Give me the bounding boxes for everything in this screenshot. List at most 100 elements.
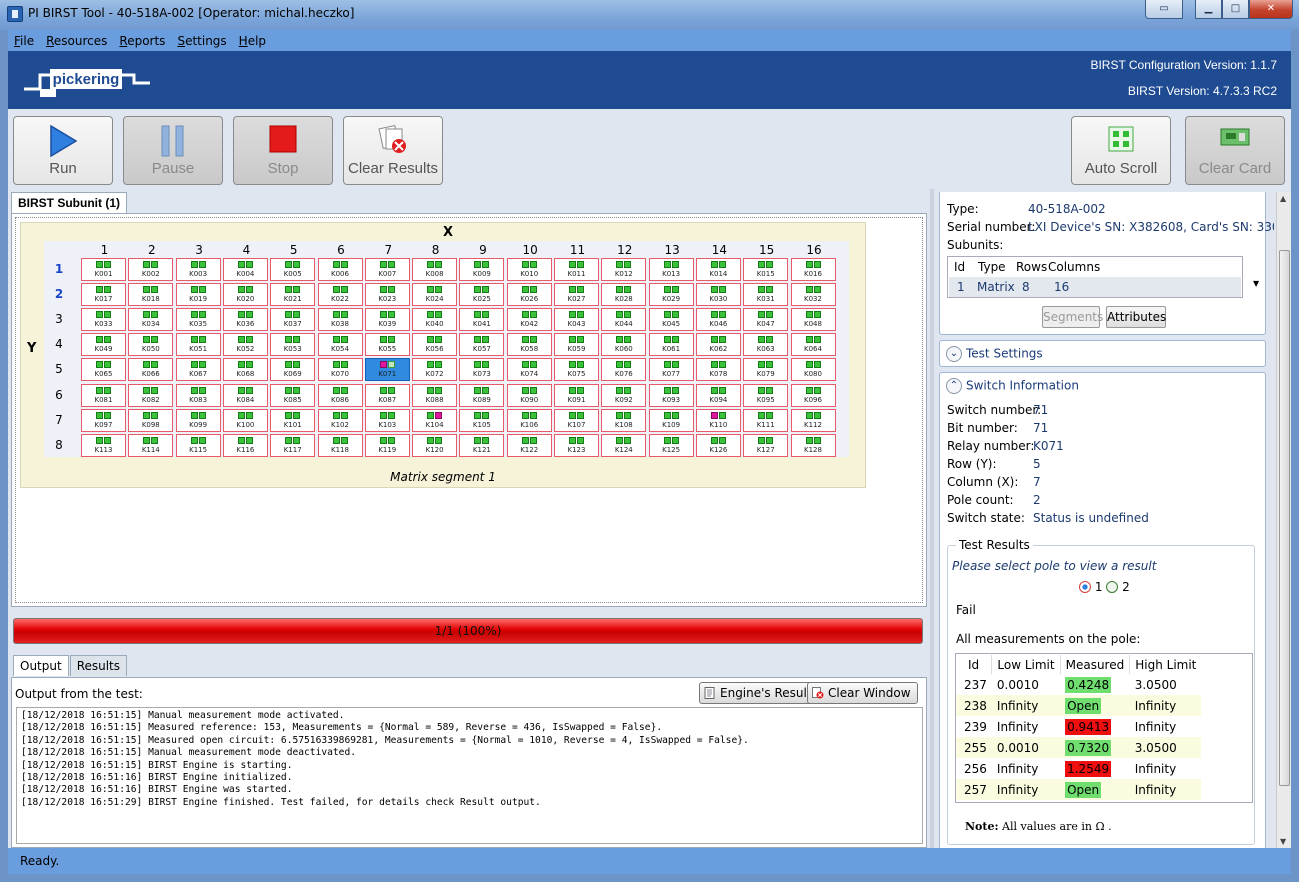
relay-cell[interactable]: K004	[222, 258, 268, 281]
relay-cell[interactable]: K110	[695, 408, 741, 432]
relay-cell[interactable]: K098	[128, 408, 174, 432]
output-log[interactable]: [18/12/2018 16:51:15] Manual measurement…	[16, 707, 923, 844]
relay-cell[interactable]: K082	[128, 383, 174, 407]
relay-cell[interactable]: K084	[222, 383, 268, 407]
relay-cell[interactable]: K016	[790, 258, 836, 281]
test-settings-expander[interactable]: ⌄ Test Settings	[939, 340, 1266, 367]
relay-cell[interactable]: K086	[317, 383, 363, 407]
relay-cell[interactable]: K112	[790, 408, 836, 432]
relay-cell[interactable]: K053	[270, 333, 316, 357]
relay-cell[interactable]: K128	[790, 433, 836, 457]
relay-cell[interactable]: K054	[317, 333, 363, 357]
stop-button[interactable]: Stop	[233, 116, 333, 185]
table-scroll-down-icon[interactable]: ▼	[1253, 279, 1259, 288]
relay-cell[interactable]: K033	[81, 308, 126, 332]
relay-cell[interactable]: K087	[364, 383, 410, 407]
relay-cell[interactable]: K076	[601, 358, 647, 382]
relay-cell[interactable]: K089	[459, 383, 505, 407]
relay-cell[interactable]: K038	[317, 308, 363, 332]
relay-cell[interactable]: K061	[648, 333, 694, 357]
relay-cell[interactable]: K109	[648, 408, 694, 432]
relay-cell[interactable]: K051	[175, 333, 221, 357]
subunit-row[interactable]: 1 Matrix 8 16	[949, 277, 1241, 297]
relay-cell[interactable]: K099	[175, 408, 221, 432]
relay-cell[interactable]: K046	[695, 308, 741, 332]
clear-window-button[interactable]: Clear Window	[807, 682, 918, 704]
measurement-row[interactable]: 257 Infinity Open Infinity	[956, 779, 1202, 800]
relay-cell[interactable]: K060	[601, 333, 647, 357]
pause-button[interactable]: Pause	[123, 116, 223, 185]
menu-resources[interactable]: Resources	[46, 34, 107, 48]
relay-cell[interactable]: K005	[270, 258, 316, 281]
relay-cell[interactable]: K031	[743, 283, 789, 307]
relay-cell[interactable]: K013	[648, 258, 694, 281]
menu-settings[interactable]: Settings	[177, 34, 226, 48]
relay-cell[interactable]: K100	[222, 408, 268, 432]
relay-cell[interactable]: K115	[175, 433, 221, 457]
relay-cell[interactable]: K029	[648, 283, 694, 307]
relay-cell[interactable]: K125	[648, 433, 694, 457]
relay-cell[interactable]: K027	[554, 283, 599, 307]
attributes-button[interactable]: Attributes	[1106, 306, 1166, 328]
tab-output[interactable]: Output	[13, 655, 69, 676]
menu-file[interactable]: File	[14, 34, 34, 48]
relay-cell[interactable]: K023	[364, 283, 410, 307]
relay-cell[interactable]: K058	[506, 333, 552, 357]
relay-cell[interactable]: K014	[695, 258, 741, 281]
relay-cell[interactable]: K067	[175, 358, 221, 382]
relay-cell[interactable]: K113	[81, 433, 126, 457]
relay-cell[interactable]: K091	[554, 383, 599, 407]
relay-cell[interactable]: K001	[81, 258, 126, 281]
relay-cell[interactable]: K073	[459, 358, 505, 382]
relay-cell[interactable]: K065	[81, 358, 126, 382]
relay-cell[interactable]: K007	[364, 258, 410, 281]
scrollbar-thumb[interactable]	[1279, 250, 1290, 786]
relay-cell[interactable]: K009	[459, 258, 505, 281]
relay-cell[interactable]: K072	[412, 358, 458, 382]
relay-cell[interactable]: K032	[790, 283, 836, 307]
measurement-row[interactable]: 255 0.0010 0.7320 3.0500	[956, 737, 1202, 758]
relay-cell[interactable]: K003	[175, 258, 221, 281]
relay-cell[interactable]: K068	[222, 358, 268, 382]
relay-cell[interactable]: K034	[128, 308, 174, 332]
relay-cell[interactable]: K036	[222, 308, 268, 332]
relay-cell[interactable]: K021	[270, 283, 316, 307]
relay-cell[interactable]: K018	[128, 283, 174, 307]
relay-cell[interactable]: K126	[695, 433, 741, 457]
relay-cell[interactable]: K085	[270, 383, 316, 407]
close-button[interactable]: ✕	[1249, 0, 1293, 19]
menu-help[interactable]: Help	[239, 34, 266, 48]
relay-cell[interactable]: K045	[648, 308, 694, 332]
relay-cell[interactable]: K066	[128, 358, 174, 382]
relay-cell[interactable]: K026	[506, 283, 552, 307]
relay-cell[interactable]: K093	[648, 383, 694, 407]
relay-cell[interactable]: K092	[601, 383, 647, 407]
relay-cell[interactable]: K096	[790, 383, 836, 407]
relay-cell[interactable]: K097	[81, 408, 126, 432]
relay-cell[interactable]: K052	[222, 333, 268, 357]
relay-cell[interactable]: K059	[554, 333, 599, 357]
relay-cell[interactable]: K024	[412, 283, 458, 307]
relay-cell[interactable]: K019	[175, 283, 221, 307]
relay-cell[interactable]: K039	[364, 308, 410, 332]
relay-cell[interactable]: K049	[81, 333, 126, 357]
relay-cell[interactable]: K123	[554, 433, 599, 457]
relay-cell[interactable]: K057	[459, 333, 505, 357]
info-panel-scrollbar[interactable]: ▲ ▼	[1276, 192, 1291, 848]
relay-cell[interactable]: K040	[412, 308, 458, 332]
relay-cell[interactable]: K102	[317, 408, 363, 432]
tab-results[interactable]: Results	[69, 655, 128, 676]
relay-cell[interactable]: K119	[364, 433, 410, 457]
relay-cell[interactable]: K080	[790, 358, 836, 382]
relay-cell[interactable]: K002	[128, 258, 174, 281]
relay-cell[interactable]: K047	[743, 308, 789, 332]
run-button[interactable]: Run	[13, 116, 113, 185]
pole-1-radio[interactable]	[1079, 581, 1091, 593]
relay-cell[interactable]: K074	[506, 358, 552, 382]
relay-cell[interactable]: K111	[743, 408, 789, 432]
relay-cell[interactable]: K077	[648, 358, 694, 382]
relay-cell[interactable]: K017	[81, 283, 126, 307]
relay-cell[interactable]: K069	[270, 358, 316, 382]
relay-cell[interactable]: K055	[364, 333, 410, 357]
pole-2-radio[interactable]	[1106, 581, 1119, 593]
